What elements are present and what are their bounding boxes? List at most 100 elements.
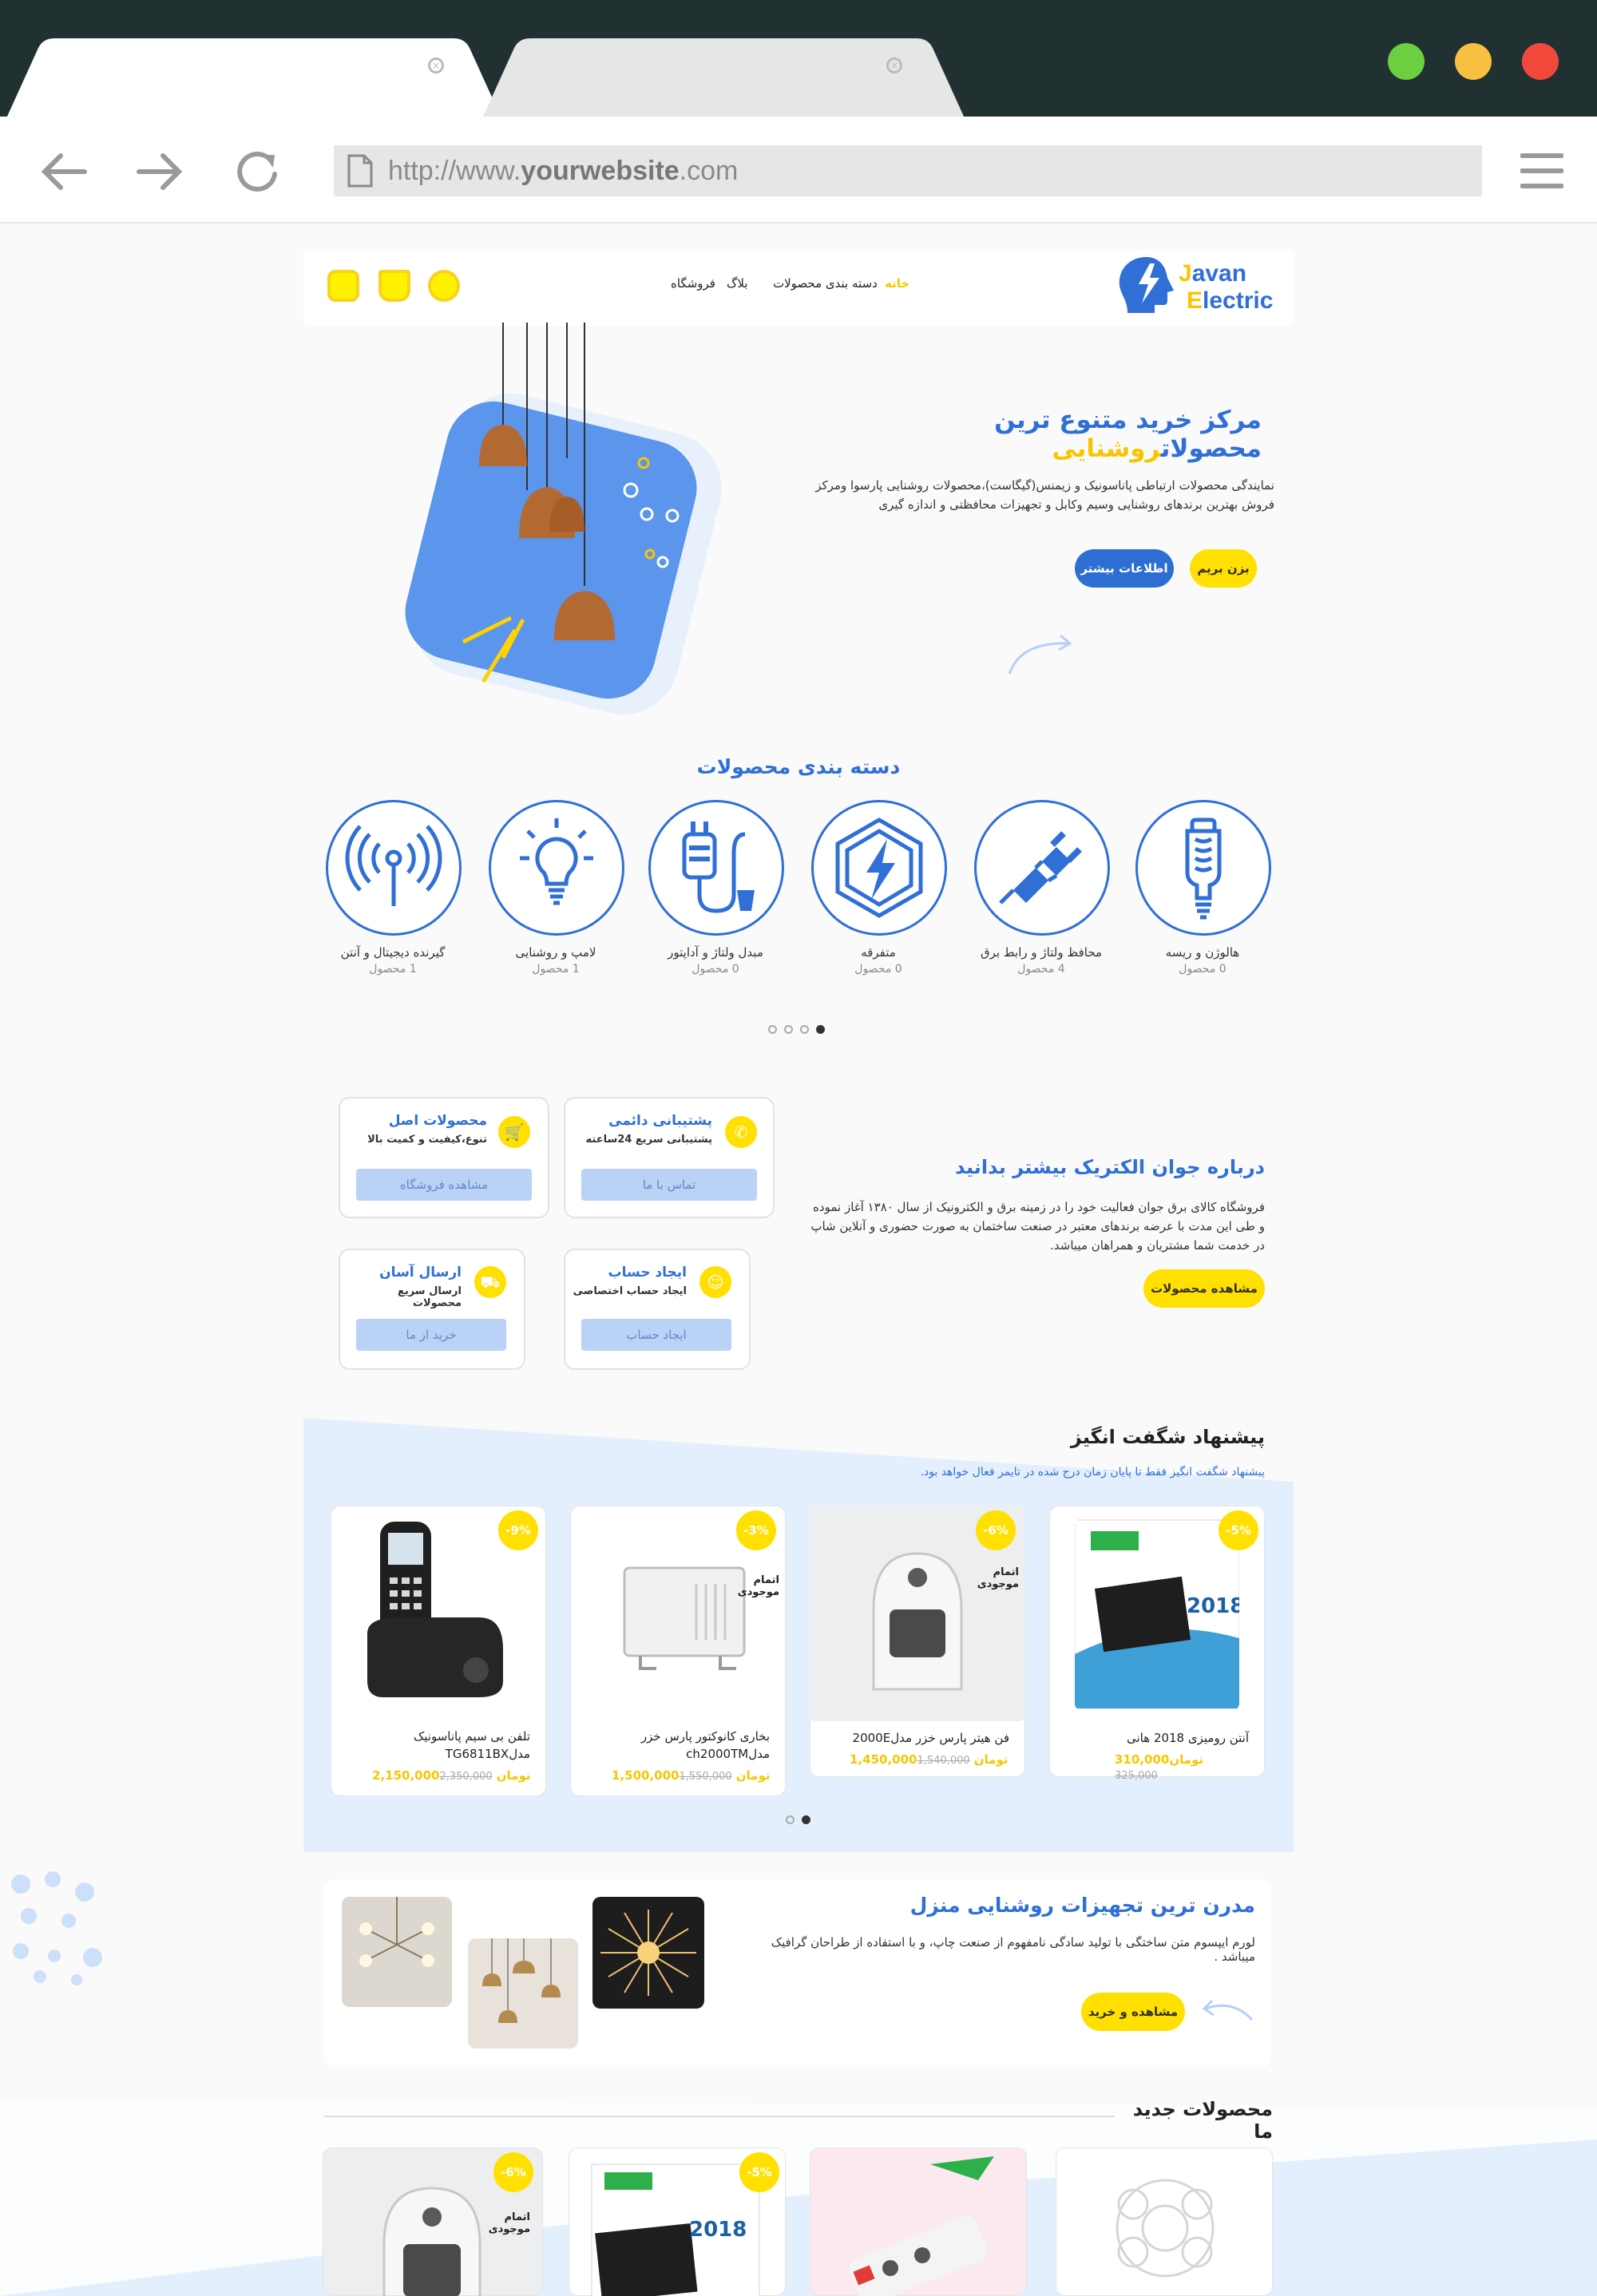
chandelier-illustration (600, 1910, 696, 1996)
banner-arrow-decoration (1202, 1999, 1254, 2021)
product-image (1116, 2179, 1215, 2278)
svg-text:2018: 2018 (689, 2218, 747, 2242)
product-price: 1,500,000تومان 1,550,000 (612, 1768, 771, 1783)
category-count: 1 محصول (369, 963, 417, 976)
browser-tab-active[interactable]: × (6, 38, 501, 118)
logo-text-line1[interactable]: Javan (1179, 262, 1246, 286)
product-card[interactable] (1056, 2148, 1273, 2296)
view-shop-button[interactable]: مشاهده فروشگاه (356, 1169, 532, 1201)
category-antenna[interactable] (326, 800, 462, 936)
window-minimize-button[interactable] (1455, 43, 1492, 80)
page-icon (347, 154, 373, 188)
product-name[interactable]: تلفن بی سیم پاناسونیک مدلTG6811BX (348, 1728, 530, 1763)
arrow-left-icon[interactable] (38, 150, 89, 193)
product-name[interactable]: آنتن رومیزی 2018 هانی (1062, 1729, 1249, 1747)
product-card[interactable] (810, 2148, 1027, 2296)
tab-close-icon[interactable]: × (886, 57, 902, 73)
tab-close-icon[interactable]: × (428, 57, 444, 73)
carousel-dot-active[interactable] (816, 1025, 825, 1034)
category-lamps[interactable] (489, 800, 624, 936)
truck-icon: ⛟ (474, 1266, 506, 1298)
category-halogen[interactable] (1135, 800, 1271, 936)
discount-badge: -6% (493, 2152, 533, 2192)
svg-text:2018: 2018 (1187, 1594, 1239, 1618)
carousel-dot[interactable] (784, 1025, 793, 1034)
product-name[interactable]: بخاری کانوکتور پارس خزر مدلch2000TM (588, 1728, 770, 1763)
phone-icon: ✆ (725, 1116, 757, 1148)
category-count: 0 محصول (692, 963, 739, 976)
buy-from-us-button[interactable]: خرید از ما (356, 1319, 506, 1351)
category-name[interactable]: مبدل ولتاژ و آداپتور (628, 945, 803, 960)
arrow-right-icon[interactable] (134, 150, 185, 193)
categories-title: دسته بندی محصولات (696, 755, 901, 778)
category-name[interactable]: هالوژن و ریسه (1115, 945, 1290, 960)
antenna-icon (345, 825, 442, 906)
search-icon[interactable] (428, 270, 460, 302)
category-name[interactable]: لامپ و روشنایی (468, 945, 644, 960)
feature-title: ارسال آسان (379, 1265, 462, 1281)
chandelier-photo[interactable] (592, 1897, 704, 2009)
window-close-button[interactable] (1522, 43, 1559, 80)
user-account-icon[interactable] (327, 270, 359, 302)
category-surge-protector[interactable] (974, 800, 1110, 936)
nav-shop[interactable]: فروشگاه (671, 276, 715, 291)
banner-title: مدرن ترین تجهیزات روشنایی منزل (909, 1894, 1255, 1917)
url-text[interactable]: http://www.yourwebsite.com (388, 152, 738, 190)
discount-badge: -5% (739, 2152, 779, 2192)
product-price: 1,450,000تومان 1,540,000 (850, 1752, 1009, 1767)
category-adapter[interactable] (648, 800, 784, 936)
discount-badge: -3% (736, 1510, 776, 1550)
feature-subtitle: ارسال سریع محصولات (397, 1285, 462, 1309)
product-name[interactable]: فن هیتر پارس خزر مدل2000E (822, 1729, 1009, 1747)
user-icon: ☺ (699, 1266, 731, 1298)
feature-title: پشتیبانی دائمی (608, 1113, 712, 1129)
about-title: درباره جوان الکتریک بیشتر بدانید (955, 1156, 1265, 1178)
category-misc[interactable] (811, 800, 947, 936)
shopping-basket-icon[interactable] (378, 270, 410, 302)
out-of-stock-label: اتمام موجودی (488, 2211, 530, 2235)
modern-chandelier-photo[interactable] (342, 1897, 452, 2007)
product-image[interactable]: 2018 (1075, 1518, 1239, 1710)
category-name[interactable]: محافظ ولتاژ و رابط برق (953, 945, 1129, 960)
adapter-icon (682, 821, 755, 913)
feature-title: محصولات اصل (388, 1113, 487, 1129)
carousel-dot[interactable] (768, 1025, 777, 1034)
product-image[interactable] (351, 1514, 527, 1713)
modern-chandelier-illustration (342, 1897, 452, 2007)
window-maximize-button[interactable] (1388, 43, 1425, 80)
category-name[interactable]: گیرنده دیجیتال و آنتن (305, 945, 481, 960)
carousel-dot[interactable] (800, 1025, 809, 1034)
more-info-button[interactable]: اطلاعات بیشتر (1075, 549, 1174, 588)
hero-title: مرکز خرید متنوع ترین محصولاتروشنایی (994, 406, 1262, 463)
pendant-lamps-photo[interactable] (468, 1938, 578, 2049)
logo-head-icon[interactable] (1115, 254, 1179, 318)
cart-icon: 🛒 (498, 1116, 530, 1148)
lets-go-button[interactable]: بزن بریم (1190, 549, 1257, 588)
section-divider (324, 2116, 1115, 2117)
about-description: فروشگاه کالای برق جوان فعالیت خود را در … (810, 1200, 1265, 1253)
discount-badge: -9% (498, 1510, 538, 1550)
category-count: 4 محصول (1017, 963, 1065, 976)
nav-categories[interactable]: دسته بندی محصولات (773, 276, 878, 291)
carousel-dot-active[interactable] (802, 1815, 810, 1824)
contact-us-button[interactable]: تماس با ما (581, 1169, 757, 1201)
category-count: 0 محصول (854, 963, 902, 976)
nav-home[interactable]: خانه (885, 276, 909, 291)
nav-blog[interactable]: بلاگ (727, 276, 748, 291)
cordless-phone-illustration (367, 1522, 503, 1697)
product-price: 310,000تومان 325,000 (1115, 1752, 1204, 1782)
carousel-dot[interactable] (786, 1815, 795, 1824)
category-name[interactable]: متفرقه (791, 945, 966, 960)
out-of-stock-label: اتمام موجودی (737, 1574, 779, 1598)
browser-tab-inactive[interactable]: × (482, 38, 965, 118)
menu-icon[interactable] (1520, 153, 1563, 188)
logo-text-line2[interactable]: Electric (1187, 289, 1273, 313)
feature-subtitle: تنوع،کیفیت و کمیت بالا (367, 1134, 487, 1146)
new-products-background (0, 2100, 1597, 2296)
create-account-button[interactable]: ایجاد حساب (581, 1319, 731, 1351)
view-products-button[interactable]: مشاهده محصولات (1143, 1269, 1265, 1308)
view-and-buy-button[interactable]: مشاهده و خرید (1081, 1993, 1185, 2031)
reload-icon[interactable] (233, 147, 283, 196)
halogen-bulb-icon (1185, 817, 1222, 920)
banner-description: لورم ایپسوم متن ساختگی با تولید سادگی نا… (771, 1935, 1255, 1964)
